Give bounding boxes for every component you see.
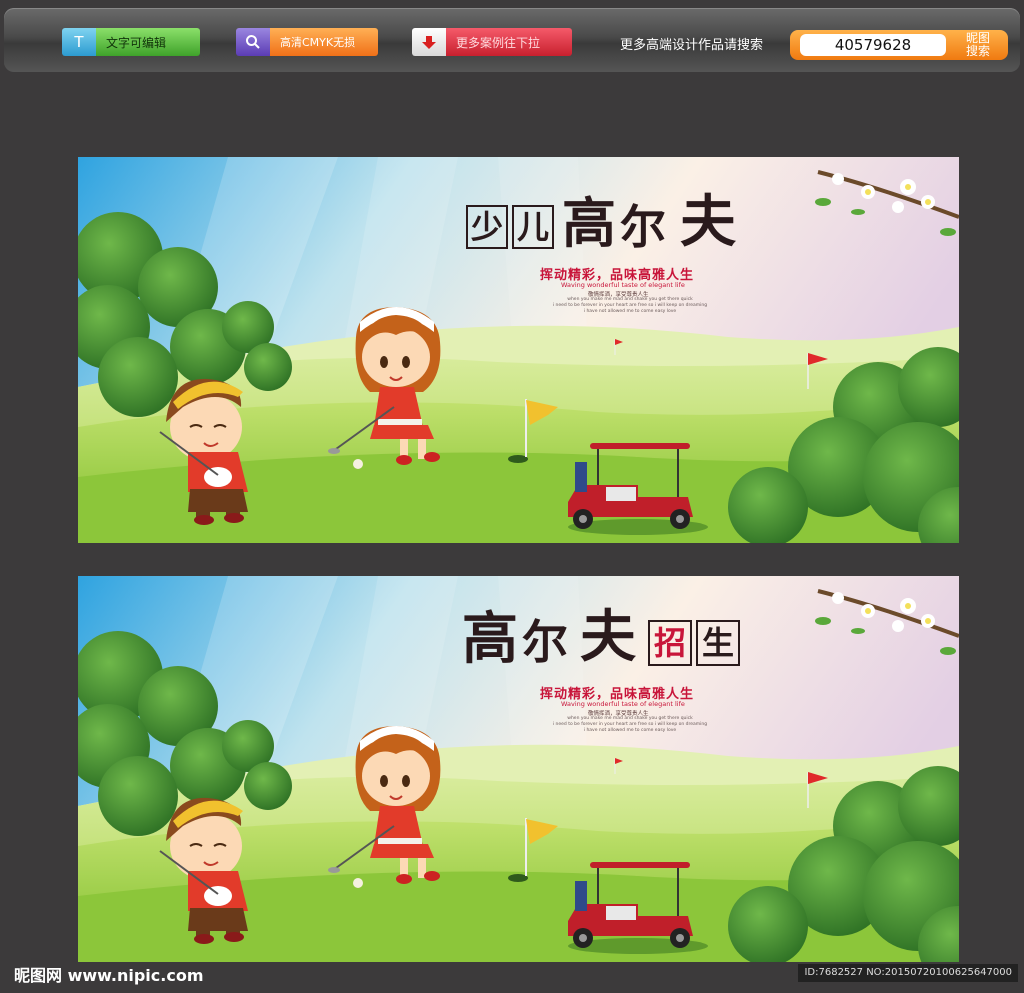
- top-toolbar: T 文字可编辑 高清CMYK无损 更多案例往下拉 更多高端设计作品请搜索 昵图 …: [4, 8, 1020, 72]
- editable-text-label: 文字可编辑: [96, 28, 200, 56]
- golf-scene-illustration: [78, 576, 959, 962]
- title-char-4: 招: [648, 620, 692, 666]
- title-char-3: 高: [562, 191, 616, 255]
- hd-cmyk-button[interactable]: 高清CMYK无损: [236, 28, 378, 56]
- search-prompt: 更多高端设计作品请搜索: [620, 38, 764, 53]
- more-cases-button[interactable]: 更多案例往下拉: [412, 28, 572, 56]
- title-char-5: 生: [696, 620, 740, 666]
- title-char-3: 夫: [580, 604, 636, 670]
- search-button-line2: 搜索: [965, 44, 990, 58]
- small-text-3: i have not allowed me to come easy love: [583, 309, 677, 314]
- title-char-2: 尔: [522, 615, 568, 669]
- hd-cmyk-label: 高清CMYK无损: [270, 28, 378, 56]
- text-icon: T: [62, 28, 96, 56]
- small-text-3: i have not allowed me to come easy love: [583, 728, 677, 733]
- search-box: 昵图 搜索: [790, 30, 1008, 60]
- title-char-2: 儿: [512, 205, 554, 249]
- title-char-1: 高: [462, 606, 518, 672]
- poster-junior-golf: 少 儿 高 尔 夫 挥动精彩，品味高雅人生 Waving wonderful t…: [78, 157, 959, 543]
- search-input[interactable]: [800, 34, 946, 56]
- title-char-1: 少: [466, 205, 508, 249]
- editable-text-button[interactable]: T 文字可编辑: [62, 28, 200, 56]
- poster-golf-enrollment: 高 尔 夫 招 生 挥动精彩，品味高雅人生 Waving wonderful t…: [78, 576, 959, 962]
- slogan-en: Waving wonderful taste of elegant life: [561, 700, 685, 708]
- small-text: when you make me mad and shake you get t…: [530, 297, 730, 315]
- image-id-label: ID:7682527 NO:20150720100625647000: [798, 964, 1018, 982]
- slogan-en: Waving wonderful taste of elegant life: [561, 281, 685, 289]
- search-button[interactable]: 昵图 搜索: [950, 30, 1006, 60]
- more-cases-label: 更多案例往下拉: [446, 28, 572, 56]
- search-icon: [236, 28, 270, 56]
- down-arrow-icon: [412, 28, 446, 56]
- title-char-5: 夫: [680, 189, 736, 255]
- nipic-logo[interactable]: 昵图网 www.nipic.com: [14, 962, 204, 986]
- title-char-4: 尔: [620, 200, 666, 254]
- small-text: when you make me mad and shake you get t…: [530, 716, 730, 734]
